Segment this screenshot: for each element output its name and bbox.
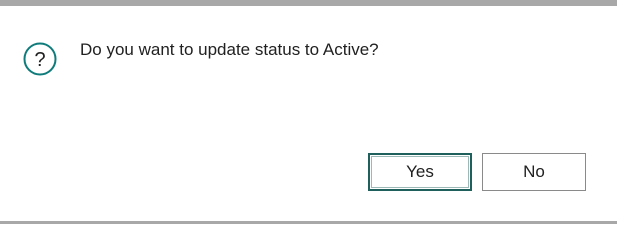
svg-text:?: ?: [34, 49, 45, 71]
yes-button[interactable]: Yes: [368, 153, 472, 191]
no-button[interactable]: No: [482, 153, 586, 191]
dialog-top-border: [0, 0, 617, 6]
question-circle-icon: ?: [23, 42, 57, 76]
dialog-message: Do you want to update status to Active?: [80, 40, 379, 59]
confirm-dialog: ? Do you want to update status to Active…: [0, 0, 617, 224]
dialog-bottom-border: [0, 221, 617, 224]
